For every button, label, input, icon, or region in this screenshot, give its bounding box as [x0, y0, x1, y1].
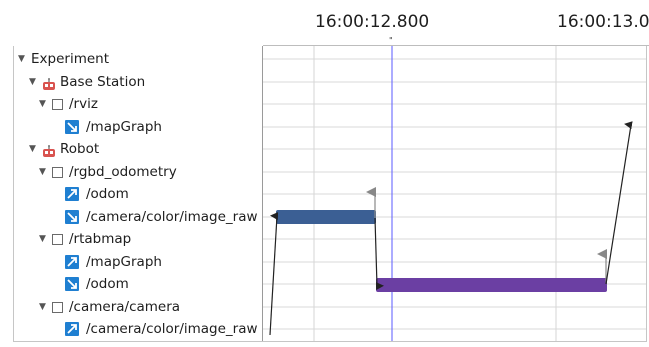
node-checkbox[interactable] — [52, 301, 63, 313]
expand-triangle-icon[interactable]: ▼ — [39, 228, 49, 250]
node-checkbox[interactable] — [52, 233, 63, 245]
tree-item-label: /mapGraph — [86, 254, 162, 270]
subscribe-topic-icon — [65, 120, 79, 134]
expand-triangle-icon[interactable]: ▼ — [18, 48, 28, 70]
expand-triangle-icon[interactable]: ▼ — [29, 71, 39, 93]
tree-item-label: /odom — [86, 276, 129, 292]
tree-item-label: /mapGraph — [86, 119, 162, 135]
tree-item-label: /rtabmap — [69, 231, 132, 247]
time-axis-header: 16:00:12.800 16:00:13.0 " — [0, 0, 649, 46]
robot-icon — [42, 143, 56, 157]
subscribe-topic-icon — [65, 210, 79, 224]
tree-item-topic[interactable]: /camera/color/image_raw — [65, 206, 258, 228]
tree-item-label: /rviz — [69, 96, 98, 112]
time-cursor-marker[interactable]: " — [389, 37, 393, 45]
timeline-canvas[interactable] — [263, 46, 646, 341]
tree-item-robot[interactable]: ▼ Robot — [29, 138, 99, 160]
tree-item-base-station[interactable]: ▼ Base Station — [29, 71, 145, 93]
tree-item-label: /rgbd_odometry — [69, 164, 177, 180]
tree-item-label: Experiment — [31, 51, 110, 67]
time-tick-label: 16:00:12.800 — [315, 12, 430, 32]
message-arrow — [374, 217, 384, 291]
callback-bar-rtabmap[interactable] — [376, 278, 607, 292]
tree-item-node-rtabmap[interactable]: ▼ /rtabmap — [39, 228, 131, 250]
expand-triangle-icon[interactable]: ▼ — [39, 161, 49, 183]
node-topic-tree[interactable]: ▼ Experiment ▼ Base Station ▼ /rviz /map… — [14, 46, 262, 341]
tree-item-label: /camera/camera — [69, 299, 181, 315]
expand-triangle-icon[interactable]: ▼ — [29, 138, 39, 160]
subscribe-topic-icon — [65, 277, 79, 291]
tree-item-node-rgbd-odometry[interactable]: ▼ /rgbd_odometry — [39, 161, 177, 183]
publish-topic-icon — [65, 255, 79, 269]
time-tick-label: 16:00:13.0 — [557, 12, 649, 32]
callback-bar-rgbd-odometry[interactable] — [276, 210, 376, 224]
publish-topic-icon — [65, 322, 79, 336]
publish-topic-icon — [65, 187, 79, 201]
tree-item-label: Base Station — [60, 74, 146, 90]
node-checkbox[interactable] — [52, 166, 63, 178]
expand-triangle-icon[interactable]: ▼ — [39, 93, 49, 115]
trace-viewer: 16:00:12.800 16:00:13.0 " ▼ Experiment ▼… — [0, 0, 649, 347]
tree-item-topic[interactable]: /odom — [65, 273, 129, 295]
tree-item-node-rviz[interactable]: ▼ /rviz — [39, 93, 98, 115]
tree-item-experiment[interactable]: ▼ Experiment — [18, 48, 109, 70]
tree-item-node-camera[interactable]: ▼ /camera/camera — [39, 296, 180, 318]
tree-item-label: /camera/color/image_raw — [86, 209, 258, 225]
robot-icon — [42, 76, 56, 90]
tree-item-label: /odom — [86, 186, 129, 202]
tree-item-topic[interactable]: /camera/color/image_raw — [65, 318, 258, 340]
tree-item-topic[interactable]: /odom — [65, 183, 129, 205]
tree-item-label: /camera/color/image_raw — [86, 321, 258, 337]
expand-triangle-icon[interactable]: ▼ — [39, 296, 49, 318]
tree-item-label: Robot — [60, 141, 100, 157]
tree-item-topic[interactable]: /mapGraph — [65, 251, 162, 273]
tree-item-topic[interactable]: /mapGraph — [65, 116, 162, 138]
node-checkbox[interactable] — [52, 98, 63, 110]
message-arrow — [269, 212, 279, 336]
